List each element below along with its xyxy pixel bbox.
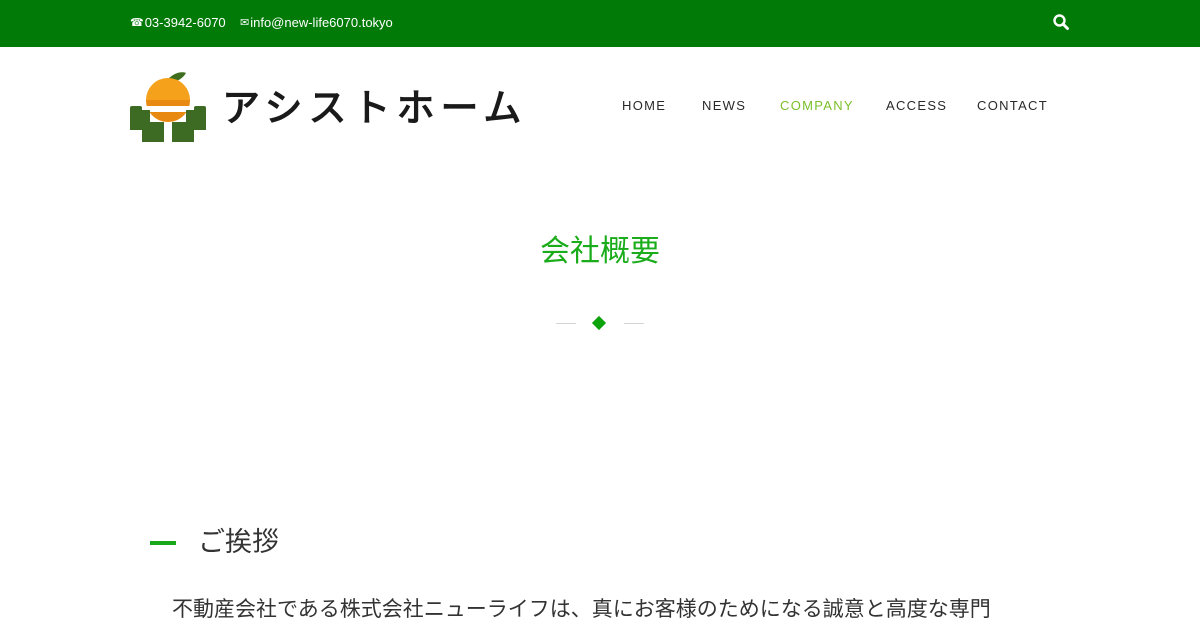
search-icon <box>1053 14 1069 30</box>
email-address: info@new-life6070.tokyo <box>250 14 393 30</box>
top-bar: ☎ 03-3942-6070 ✉ info@new-life6070.tokyo <box>0 0 1200 47</box>
email-contact[interactable]: ✉ info@new-life6070.tokyo <box>240 0 393 44</box>
brand-name[interactable]: アシストホーム <box>222 84 527 132</box>
nav-home[interactable]: HOME <box>622 96 666 116</box>
section-marker <box>150 541 176 545</box>
nav-news[interactable]: NEWS <box>702 96 746 116</box>
nav-access[interactable]: ACCESS <box>886 96 947 116</box>
nav-company[interactable]: COMPANY <box>780 96 854 116</box>
phone-number: 03-3942-6070 <box>144 14 226 30</box>
greeting-text: 不動産会社である株式会社ニューライフは、真にお客様のためになる誠意と高度な専門 <box>172 597 991 621</box>
divider-line-right <box>624 323 644 324</box>
phone-contact[interactable]: ☎ 03-3942-6070 <box>130 0 226 44</box>
logo[interactable] <box>128 70 208 144</box>
nav-contact[interactable]: CONTACT <box>977 96 1048 116</box>
orange-in-hands-logo <box>130 72 206 142</box>
divider-line-left <box>556 323 576 324</box>
divider-diamond-icon <box>591 315 607 331</box>
page-title: 会社概要 <box>540 234 660 269</box>
mail-icon: ✉ <box>240 16 250 29</box>
phone-icon: ☎ <box>130 16 144 29</box>
search-button[interactable] <box>1052 13 1070 31</box>
greeting-heading: ご挨拶 <box>198 527 279 558</box>
